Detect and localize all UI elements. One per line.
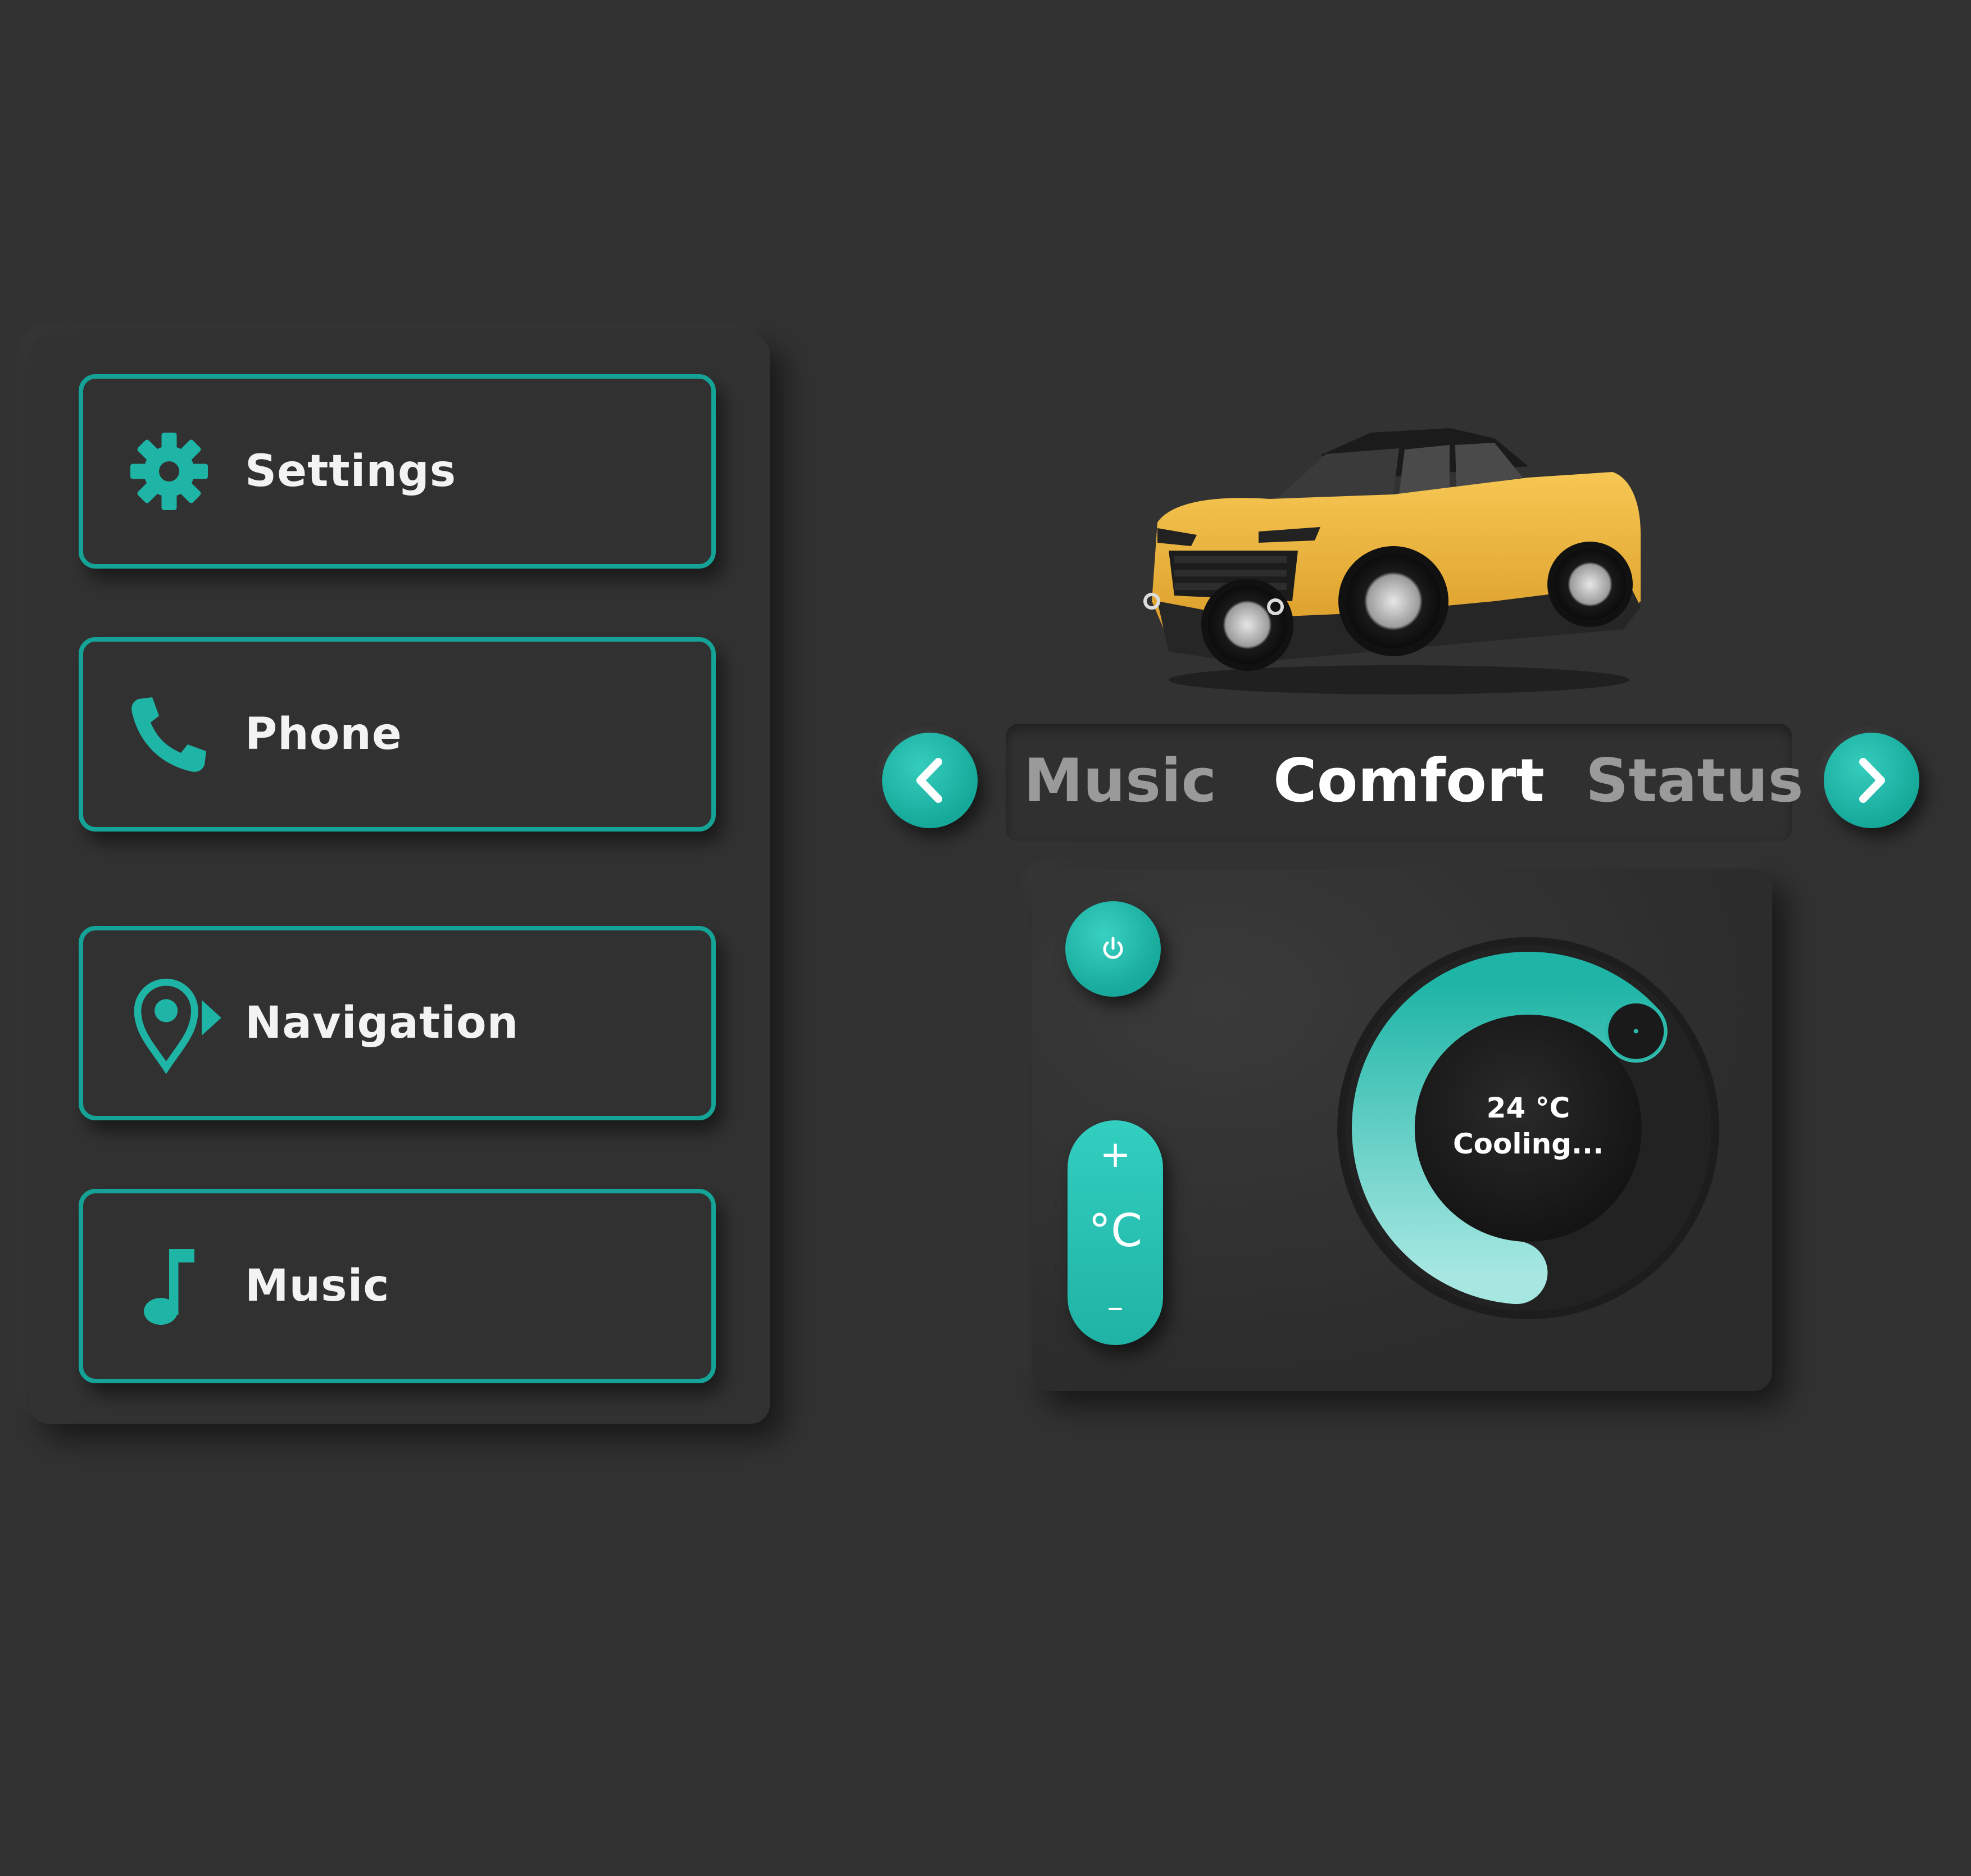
menu-item-label: Music [245,1261,390,1311]
chevron-right-icon [1859,758,1885,803]
temperature-stepper: + °C – [1068,1120,1163,1345]
menu-item-label: Phone [245,709,402,760]
next-tab-button[interactable] [1824,733,1919,828]
tab-music[interactable]: Music [1024,746,1216,815]
tab-comfort[interactable]: Comfort [1273,746,1545,815]
gear-icon [127,379,234,564]
phone-icon [127,642,234,827]
temperature-readout: 24 °C Cooling... [1405,1090,1652,1162]
temperature-unit-label: °C [1088,1205,1142,1257]
dial-handle[interactable] [1605,1000,1667,1062]
music-note-icon [127,1193,234,1379]
menu-item-settings[interactable]: Settings [79,374,716,569]
menu-item-label: Settings [245,446,457,497]
power-icon [1103,937,1123,959]
menu-item-music[interactable]: Music [79,1189,716,1383]
increase-temperature-button[interactable]: + [1068,1133,1163,1176]
decrease-temperature-button[interactable]: – [1068,1288,1163,1326]
climate-status: Cooling... [1452,1128,1604,1160]
chevron-left-icon [916,758,942,803]
menu-item-label: Navigation [245,998,519,1048]
menu-item-navigation[interactable]: Navigation [79,926,716,1120]
tab-status[interactable]: Status [1586,746,1804,815]
temperature-value: 24 °C [1486,1092,1570,1124]
car-image [1135,416,1657,697]
location-pin-icon [127,930,234,1116]
prev-tab-button[interactable] [882,733,978,828]
menu-item-phone[interactable]: Phone [79,637,716,832]
power-button[interactable] [1065,901,1161,997]
main-menu-panel: Settings Phone Navigation Music [29,335,770,1424]
